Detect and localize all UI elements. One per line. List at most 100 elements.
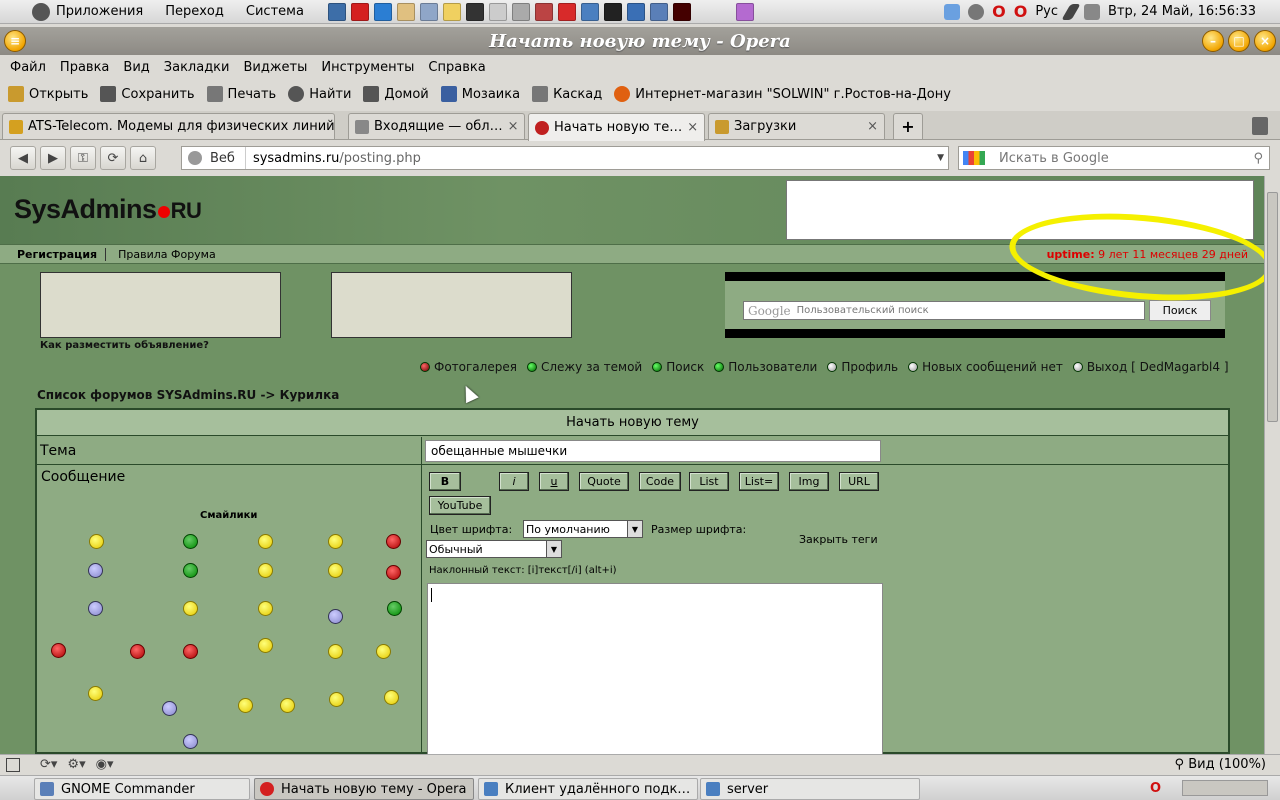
smiley-icon[interactable] xyxy=(328,609,343,624)
smiley-icon[interactable] xyxy=(183,644,198,659)
smiley-icon[interactable] xyxy=(88,601,103,616)
custom-search-button[interactable]: Поиск xyxy=(1149,300,1211,321)
back-button[interactable]: ◀ xyxy=(10,146,36,170)
pen-icon[interactable] xyxy=(1061,3,1081,20)
menu-file[interactable]: Файл xyxy=(10,60,46,75)
notes-icon[interactable] xyxy=(396,2,415,21)
smiley-icon[interactable] xyxy=(183,534,198,549)
opera-tray-icon-2[interactable]: O xyxy=(1014,2,1028,21)
save-button[interactable]: Сохранить xyxy=(100,86,195,102)
subject-input[interactable]: обещанные мышечки xyxy=(425,440,881,462)
cascade-button[interactable]: Каскад xyxy=(532,86,602,102)
url-dropdown-icon[interactable]: ▼ xyxy=(937,153,944,163)
trash-icon[interactable] xyxy=(1252,117,1268,135)
new-tab-button[interactable]: + xyxy=(893,113,923,139)
smiley-icon[interactable] xyxy=(130,644,145,659)
network-icon[interactable] xyxy=(580,2,599,21)
smiley-icon[interactable] xyxy=(89,534,104,549)
breadcrumb[interactable]: Список форумов SYSAdmins.RU -> Курилка xyxy=(37,388,339,402)
custom-search-input[interactable]: Google Пользовательский поиск xyxy=(743,301,1145,320)
gimp-icon[interactable] xyxy=(649,2,668,21)
podcast-icon[interactable] xyxy=(735,2,754,21)
menu-bookmarks[interactable]: Закладки xyxy=(164,60,230,75)
workspace-switcher[interactable] xyxy=(1182,780,1268,796)
search-link[interactable]: Поиск xyxy=(652,360,704,374)
watch-link[interactable]: Слежу за темой xyxy=(526,360,642,374)
menu-view[interactable]: Вид xyxy=(123,60,149,75)
opera-tray-icon[interactable]: O xyxy=(992,2,1006,21)
register-link[interactable]: Регистрация xyxy=(0,247,107,261)
smiley-icon[interactable] xyxy=(328,644,343,659)
tab-ats-telecom[interactable]: ATS-Telecom. Модемы для физических линий xyxy=(2,113,335,139)
font-color-select[interactable]: По умолчанию ▼ xyxy=(523,520,643,538)
volume-icon[interactable] xyxy=(968,3,985,20)
menu-help[interactable]: Справка xyxy=(428,60,485,75)
smiley-icon[interactable] xyxy=(280,698,295,713)
home-nav-button[interactable]: ⌂ xyxy=(130,146,156,170)
members-link[interactable]: Пользователи xyxy=(714,360,817,374)
quote-button[interactable]: Quote xyxy=(579,472,629,491)
address-field[interactable]: Веб sysadmins.ru/posting.php ▼ xyxy=(181,146,949,170)
search-icon[interactable]: ⚲ xyxy=(1253,151,1263,166)
task-server[interactable]: server xyxy=(700,778,920,800)
menu-widgets[interactable]: Виджеты xyxy=(243,60,307,75)
smiley-icon[interactable] xyxy=(376,644,391,659)
close-tags-link[interactable]: Закрыть теги xyxy=(799,533,878,546)
keyboard-layout[interactable]: Рус xyxy=(1035,4,1058,19)
img-button[interactable]: Img xyxy=(789,472,829,491)
find-button[interactable]: Найти xyxy=(288,86,351,102)
youtube-button[interactable]: YouTube xyxy=(429,496,491,515)
search-field[interactable]: Искать в Google ⚲ xyxy=(958,146,1270,170)
gnome-foot-icon[interactable] xyxy=(32,2,50,21)
maximize-icon[interactable]: □ xyxy=(1228,30,1250,52)
files-icon[interactable] xyxy=(626,2,645,21)
panel-toggle-icon[interactable] xyxy=(6,757,20,772)
window-menu-icon[interactable]: ≡ xyxy=(4,30,26,52)
filezilla-icon[interactable] xyxy=(557,2,576,21)
message-textarea[interactable] xyxy=(427,583,883,754)
task-remote-client[interactable]: Клиент удалённого подк… xyxy=(478,778,698,800)
tile-button[interactable]: Мозаика xyxy=(440,86,520,102)
open-button[interactable]: Открыть xyxy=(8,86,88,102)
battery-icon[interactable] xyxy=(1084,3,1101,20)
smiley-icon[interactable] xyxy=(386,565,401,580)
list-numbered-button[interactable]: List= xyxy=(739,472,779,491)
smiley-icon[interactable] xyxy=(162,701,177,716)
rules-link[interactable]: Правила Форума xyxy=(106,248,216,261)
minimize-icon[interactable]: – xyxy=(1202,30,1224,52)
writer-icon[interactable] xyxy=(373,2,392,21)
chart-icon[interactable] xyxy=(465,2,484,21)
menu-system[interactable]: Система xyxy=(246,4,304,19)
tab-close-icon[interactable]: × xyxy=(508,119,519,134)
reload-button[interactable]: ⟳ xyxy=(100,146,126,170)
profile-link[interactable]: Профиль xyxy=(827,360,898,374)
smiley-icon[interactable] xyxy=(258,601,273,616)
site-logo[interactable]: SysAdmins RU xyxy=(14,194,202,225)
url-button[interactable]: URL xyxy=(839,472,879,491)
terminal-red-icon[interactable] xyxy=(672,2,691,21)
smiley-icon[interactable] xyxy=(329,692,344,707)
menu-places[interactable]: Переход xyxy=(165,4,224,19)
bold-button[interactable]: B xyxy=(429,472,461,491)
logout-link[interactable]: Выход [ DedMagarbl4 ] xyxy=(1072,360,1229,374)
close-icon[interactable]: × xyxy=(1254,30,1276,52)
task-opera[interactable]: Начать новую тему - Opera xyxy=(254,778,474,800)
tab-inbox[interactable]: Входящие — обл… × xyxy=(348,113,525,139)
scrollbar-thumb[interactable] xyxy=(1267,192,1278,422)
calc-icon[interactable] xyxy=(419,2,438,21)
task-gnome-commander[interactable]: GNOME Commander xyxy=(34,778,250,800)
ad-info-link[interactable]: Как разместить объявление? xyxy=(40,340,209,351)
smiley-icon[interactable] xyxy=(88,686,103,701)
smiley-icon[interactable] xyxy=(258,563,273,578)
vertical-scrollbar[interactable] xyxy=(1264,176,1280,754)
google-search-engine-icon[interactable] xyxy=(963,151,985,165)
gallery-link[interactable]: Фотогалерея xyxy=(420,360,517,374)
smiley-icon[interactable] xyxy=(238,698,253,713)
smiley-icon[interactable] xyxy=(328,534,343,549)
tab-new-topic[interactable]: Начать новую те… × xyxy=(528,113,705,141)
bluetooth-icon[interactable] xyxy=(944,3,961,20)
reload-options-icon[interactable]: ⟳▾ xyxy=(40,757,57,772)
solwin-bookmark[interactable]: Интернет-магазин "SOLWIN" г.Ростов-на-До… xyxy=(614,86,951,102)
smiley-icon[interactable] xyxy=(183,601,198,616)
share-icon[interactable]: ⚙▾ xyxy=(67,757,85,772)
